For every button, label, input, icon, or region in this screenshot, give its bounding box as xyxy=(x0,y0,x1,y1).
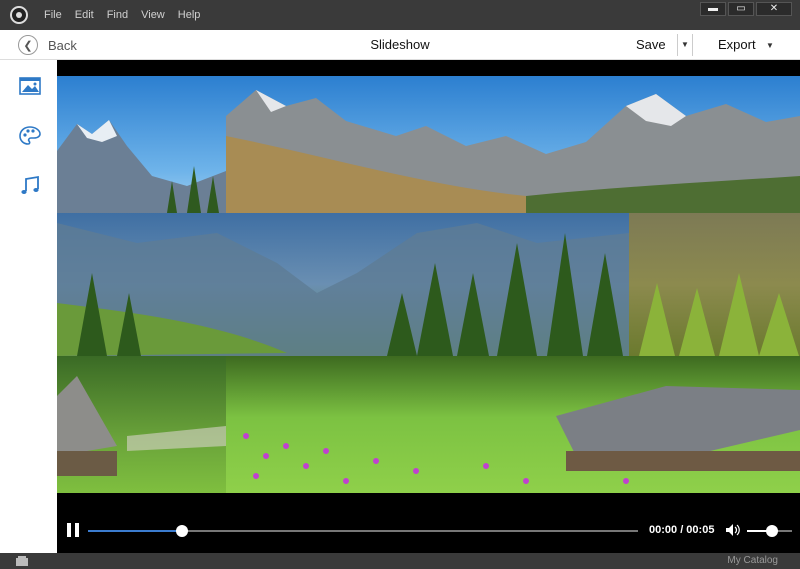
progress-scrubber[interactable] xyxy=(88,525,638,537)
mountain-range-image xyxy=(226,90,800,213)
collage-tile xyxy=(57,76,226,213)
media-browser-icon[interactable] xyxy=(14,555,30,567)
toolbar: ❮ Back Slideshow Save ▼ Export ▼ xyxy=(0,30,800,60)
chevron-left-icon: ❮ xyxy=(18,35,38,55)
app-logo-icon xyxy=(10,6,28,24)
collage-tile xyxy=(629,213,800,356)
catalog-label: My Catalog xyxy=(727,555,778,566)
forest-valley-image xyxy=(57,223,629,356)
maximize-button[interactable]: ▭ xyxy=(728,2,754,16)
media-icon[interactable] xyxy=(18,74,42,98)
menu-help[interactable]: Help xyxy=(178,9,201,21)
volume-icon[interactable] xyxy=(725,523,741,537)
progress-thumb[interactable] xyxy=(175,525,188,537)
cabin-image xyxy=(57,376,226,476)
meadow-image xyxy=(243,386,800,484)
audio-music-icon[interactable] xyxy=(18,174,42,198)
menu-bar: File Edit Find View Help xyxy=(44,0,213,30)
collage-tile xyxy=(226,76,800,213)
status-bar: My Catalog xyxy=(0,553,800,569)
menu-view[interactable]: View xyxy=(141,9,165,21)
themes-palette-icon[interactable] xyxy=(18,124,42,148)
forest-image xyxy=(639,273,799,356)
slideshow-preview[interactable] xyxy=(57,60,800,553)
save-button[interactable]: Save xyxy=(636,37,666,52)
export-chevron-down-icon[interactable]: ▼ xyxy=(766,41,774,50)
progress-fill xyxy=(88,530,182,532)
back-button[interactable]: ❮ Back xyxy=(18,35,77,55)
pause-icon[interactable] xyxy=(67,523,79,537)
volume-thumb[interactable] xyxy=(765,525,778,537)
collage-tile xyxy=(57,213,629,356)
playback-time: 00:00 / 00:05 xyxy=(649,524,715,536)
window-controls: ▬ ▭ ✕ xyxy=(700,2,792,16)
volume-slider[interactable] xyxy=(747,525,792,537)
export-button[interactable]: Export xyxy=(718,37,756,52)
close-button[interactable]: ✕ xyxy=(756,2,792,16)
collage-tile xyxy=(57,356,226,493)
menu-file[interactable]: File xyxy=(44,9,62,21)
back-label: Back xyxy=(48,37,77,53)
player-controls: 00:00 / 00:05 xyxy=(57,508,800,553)
minimize-button[interactable]: ▬ xyxy=(700,2,726,16)
collage-tile xyxy=(226,356,800,493)
save-dropdown-chevron-icon[interactable]: ▼ xyxy=(677,34,693,56)
menu-find[interactable]: Find xyxy=(107,9,128,21)
menu-edit[interactable]: Edit xyxy=(75,9,94,21)
title-bar: File Edit Find View Help ▬ ▭ ✕ xyxy=(0,0,800,30)
mountain-image xyxy=(57,120,226,213)
sidebar xyxy=(0,60,57,553)
